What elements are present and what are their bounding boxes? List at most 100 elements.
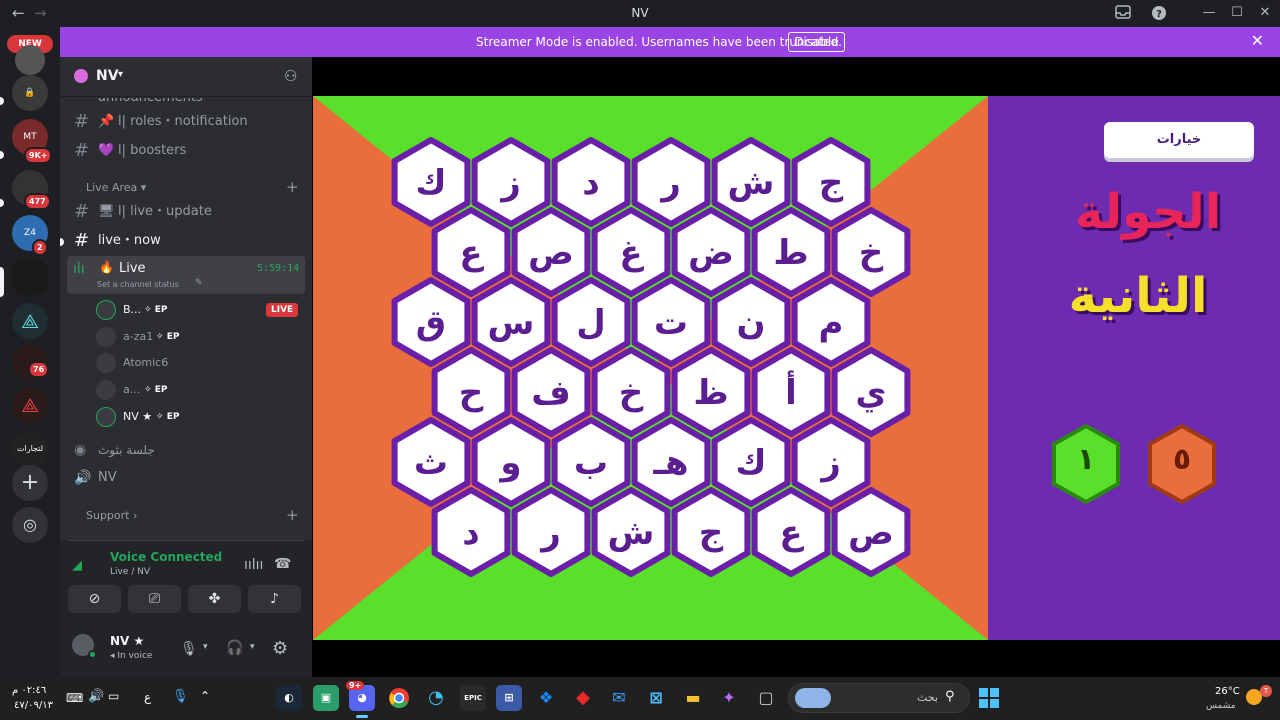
hex-cell[interactable]: م xyxy=(791,277,871,367)
hex-cell[interactable]: د xyxy=(551,137,631,227)
hex-cell[interactable]: ز xyxy=(471,137,551,227)
camera-off-button[interactable]: ⊘ xyxy=(68,585,121,613)
hex-cell[interactable]: ر xyxy=(511,487,591,577)
hex-cell[interactable]: ع xyxy=(431,207,511,297)
hex-cell[interactable]: ي xyxy=(831,347,911,437)
display-icon[interactable]: ▭ xyxy=(108,689,119,703)
hex-cell[interactable]: ض xyxy=(671,207,751,297)
chrome-icon[interactable] xyxy=(386,685,412,711)
server-icon-live[interactable] xyxy=(12,259,48,295)
server-icon-red-logo[interactable]: ⟁ xyxy=(12,387,48,423)
maximize-icon[interactable]: ☐ xyxy=(1228,5,1246,21)
hex-cell[interactable]: س xyxy=(471,277,551,367)
hex-cell[interactable]: ح xyxy=(431,347,511,437)
clock-date[interactable]: ٤٧/٠٩/١٣ xyxy=(14,700,53,711)
hex-cell[interactable]: ل xyxy=(551,277,631,367)
hex-cell[interactable]: ش xyxy=(591,487,671,577)
store-icon[interactable]: ⊠ xyxy=(643,685,669,711)
hex-cell[interactable]: ك xyxy=(711,417,791,507)
voice-connected-sub[interactable]: Live / NV xyxy=(110,567,150,577)
voice-channel-jalsa[interactable]: ◉ جلسة بثوث xyxy=(74,438,304,462)
voice-member[interactable]: Atomic6 xyxy=(94,350,300,376)
invite-icon[interactable]: ⚇ xyxy=(284,67,297,85)
channel-boosters[interactable]: # 💜 ا| boosters xyxy=(74,139,304,163)
minimize-icon[interactable]: — xyxy=(1200,5,1218,21)
add-channel-icon[interactable]: + xyxy=(286,506,299,524)
pencil-icon[interactable]: ✎ xyxy=(195,278,203,288)
weather-temp[interactable]: 26°C xyxy=(1215,686,1240,697)
disconnect-icon[interactable]: ☎ xyxy=(274,556,291,572)
inbox-icon[interactable] xyxy=(1114,5,1132,21)
chevron-down-icon[interactable]: ▾ xyxy=(250,642,255,652)
hex-cell[interactable]: خ xyxy=(591,347,671,437)
server-icon-arabic[interactable]: لتجارات xyxy=(12,431,48,467)
voice-member[interactable]: a... ✧ EP xyxy=(94,377,300,403)
app-icon[interactable]: ⊞ xyxy=(496,685,522,711)
hex-cell[interactable]: ج xyxy=(791,137,871,227)
options-button[interactable]: خيارات xyxy=(1104,122,1254,158)
channel-status-hint[interactable]: Set a channel status xyxy=(97,280,179,289)
hex-cell[interactable]: ت xyxy=(631,277,711,367)
gamepad-icon[interactable]: ⌨ xyxy=(66,691,83,705)
volume-icon[interactable]: 🔊 xyxy=(88,689,104,704)
activities-button[interactable]: ✤ xyxy=(188,585,241,613)
close-window-icon[interactable]: ✕ xyxy=(1256,5,1274,21)
server-header[interactable]: NV ▾ ⚇ xyxy=(60,57,312,97)
hex-cell[interactable]: ص xyxy=(831,487,911,577)
voice-member[interactable]: a-za1 ✧ EP xyxy=(94,324,300,350)
hex-cell[interactable]: ف xyxy=(511,347,591,437)
stream-viewer[interactable]: ك ز د ر ش ج ع ص غ ض ط خ ق س ل ت ن م ح ف خ ظ أ ي ث و ب هـ ك ز د ر ش ج ع ص خي… xyxy=(312,57,1280,677)
hex-cell[interactable]: ع xyxy=(751,487,831,577)
dropbox-icon[interactable]: ❖ xyxy=(533,685,559,711)
hex-cell[interactable]: ج xyxy=(671,487,751,577)
hex-cell[interactable]: ث xyxy=(391,417,471,507)
server-icon-teal[interactable]: ⟁ xyxy=(12,303,48,339)
hex-cell[interactable]: خ xyxy=(831,207,911,297)
user-name[interactable]: NV ★ xyxy=(110,634,144,648)
window-app-icon[interactable]: ▢ xyxy=(753,685,779,711)
microphone-tray-icon[interactable]: 🎙 xyxy=(172,689,189,704)
hex-grid[interactable]: ك ز د ر ش ج ع ص غ ض ط خ ق س ل ت ن م ح ف خ ظ أ ي ث و ب هـ ك ز د ر ش ج ع ص xyxy=(313,96,988,640)
language-indicator[interactable]: ع xyxy=(144,690,151,704)
settings-gear-icon[interactable]: ⚙ xyxy=(272,638,288,659)
game-app-icon[interactable]: ▣ xyxy=(313,685,339,711)
microphone-icon[interactable]: 🎙 xyxy=(180,641,198,657)
hex-cell[interactable]: ك xyxy=(391,137,471,227)
hex-cell[interactable]: ر xyxy=(631,137,711,227)
voice-channel-live[interactable]: ılı 🔥 Live 5:59:14 Set a channel status … xyxy=(67,256,305,294)
help-icon[interactable]: ? xyxy=(1150,5,1168,21)
hex-cell[interactable]: أ xyxy=(751,347,831,437)
hex-cell[interactable]: هـ xyxy=(631,417,711,507)
hex-cell[interactable]: و xyxy=(471,417,551,507)
voice-channel-nv[interactable]: 🔊 NV xyxy=(74,466,304,490)
hex-cell[interactable]: د xyxy=(431,487,511,577)
hex-cell[interactable]: ب xyxy=(551,417,631,507)
hex-cell[interactable]: ز xyxy=(791,417,871,507)
discover-icon[interactable]: ◎ xyxy=(12,507,48,543)
search-box[interactable]: بحث ⚲ xyxy=(788,683,970,713)
server-icon-top[interactable] xyxy=(15,45,45,75)
hex-cell[interactable]: ق xyxy=(391,277,471,367)
hex-cell[interactable]: ص xyxy=(511,207,591,297)
steam-icon[interactable]: ◐ xyxy=(276,685,302,711)
epic-games-icon[interactable]: EPIC xyxy=(460,685,486,711)
chevron-up-icon[interactable]: ⌃ xyxy=(200,689,210,703)
channel-partial[interactable]: announcements xyxy=(74,98,304,104)
headphones-icon[interactable]: 🎧 xyxy=(226,640,243,656)
voice-member[interactable]: B... ✧ EP LIVE xyxy=(94,297,300,323)
add-channel-icon[interactable]: + xyxy=(286,178,299,196)
hex-cell[interactable]: ن xyxy=(711,277,791,367)
channel-live-update[interactable]: # 🖥 ا| live・update xyxy=(74,200,304,224)
stream-frame[interactable]: ك ز د ر ش ج ع ص غ ض ط خ ق س ل ت ن م ح ف خ ظ أ ي ث و ب هـ ك ز د ر ش ج ع ص خي… xyxy=(313,96,1280,640)
chevron-down-icon[interactable]: ▾ xyxy=(203,642,208,652)
windows-start-icon[interactable] xyxy=(976,685,1002,711)
hex-cell[interactable]: ش xyxy=(711,137,791,227)
hex-cell[interactable]: ظ xyxy=(671,347,751,437)
signal-icon[interactable]: ◢ xyxy=(72,558,82,573)
edge-icon[interactable]: ◔ xyxy=(423,685,449,711)
add-server-icon[interactable]: + xyxy=(12,465,48,501)
voice-member[interactable]: NV ★ ✧ EP xyxy=(94,404,300,430)
outlook-icon[interactable]: ✉ xyxy=(606,685,632,711)
weather-desc[interactable]: مشمس xyxy=(1206,701,1236,711)
file-explorer-icon[interactable]: ▬ xyxy=(680,685,706,711)
